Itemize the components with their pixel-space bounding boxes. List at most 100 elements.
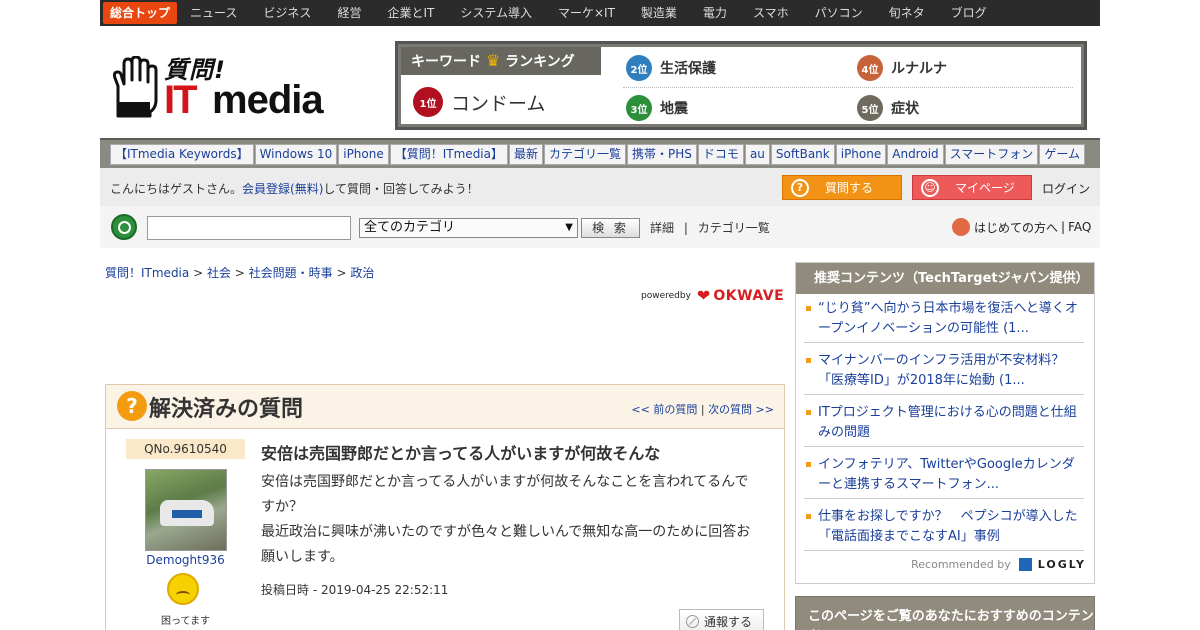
keyword-link[interactable]: 【ITmedia Keywords】	[110, 144, 254, 165]
ranking-item-5[interactable]: 5位 症状	[857, 95, 919, 121]
posted-date: 投稿日時 - 2019-04-25 22:52:11	[261, 583, 449, 597]
username-link[interactable]: Demoght936	[126, 553, 245, 567]
breadcrumb-item[interactable]: 社会問題・時事	[249, 266, 333, 280]
recommended-header: 推奨コンテンツ（TechTargetジャパン提供）	[796, 263, 1094, 294]
powered-by-okwave[interactable]: poweredby ❤ OKWAVE	[641, 286, 784, 305]
search-button[interactable]: 検 索	[581, 218, 640, 238]
logly-logo: LOGLY	[1037, 558, 1086, 571]
help-icon	[952, 218, 970, 236]
breadcrumb-item[interactable]: 質問！ITmedia	[105, 266, 189, 280]
ranking-item-2[interactable]: 2位 生活保護	[626, 55, 716, 81]
keyword-ranking: キーワード ♛ ランキング 1位 コンドーム 2位 生活保護 3位 地震 4位 …	[395, 41, 1087, 130]
logly-icon	[1018, 558, 1032, 571]
recommended-item[interactable]: “じり貧”へ向かう日本市場を復活へと導くオープンイノベーションの可能性 (1..…	[804, 299, 1084, 343]
keyword-link[interactable]: ゲーム	[1039, 144, 1085, 165]
ranking-header: キーワード ♛ ランキング	[401, 47, 601, 75]
glove-icon	[112, 56, 158, 118]
nav-item-trending[interactable]: 旬ネタ	[876, 0, 938, 26]
report-button[interactable]: 通報する	[679, 609, 764, 630]
keyword-link[interactable]: iPhone	[835, 144, 887, 165]
question-nav: << 前の質問 | 次の質問 >>	[631, 403, 774, 416]
keyword-link[interactable]: カテゴリ一覧	[544, 144, 627, 165]
faq-link[interactable]: FAQ	[1068, 220, 1091, 234]
nav-item-system[interactable]: システム導入	[447, 0, 545, 26]
search-links: 詳細 | カテゴリ一覧	[650, 221, 770, 235]
keyword-link[interactable]: スマートフォン	[944, 144, 1039, 165]
nav-item-top[interactable]: 総合トップ	[103, 2, 178, 24]
ranking-divider	[623, 87, 1073, 88]
nav-item-business[interactable]: ビジネス	[250, 0, 324, 26]
nav-item-news[interactable]: ニュース	[177, 0, 250, 26]
keyword-link[interactable]: ドコモ	[697, 144, 744, 165]
keyword-link[interactable]: iPhone	[338, 144, 389, 165]
keyword-link[interactable]: au	[744, 144, 770, 165]
keyword-link[interactable]: 【質問！ITmedia】	[389, 144, 508, 165]
keyword-link[interactable]: 最新	[509, 144, 544, 165]
rank-badge-3: 3位	[626, 95, 652, 121]
advanced-search-link[interactable]: 詳細	[650, 221, 674, 235]
mypage-button[interactable]: ☺ マイページ	[912, 175, 1032, 200]
rank-badge-5: 5位	[857, 95, 883, 121]
question-panel-header: ? 解決済みの質問 << 前の質問 | 次の質問 >>	[106, 385, 784, 429]
prev-question-link[interactable]: << 前の質問	[631, 403, 697, 416]
ranking-item-4[interactable]: 4位 ルナルナ	[857, 55, 947, 81]
search-bar: 全てのカテゴリ ▼ 検 索 詳細 | カテゴリ一覧 はじめての方へ | FAQ	[100, 206, 1100, 248]
breadcrumb-item[interactable]: 政治	[350, 266, 374, 280]
login-link[interactable]: ログイン	[1042, 180, 1090, 197]
logo-it-text: IT	[164, 78, 198, 122]
nav-item-management[interactable]: 経営	[324, 0, 374, 26]
nav-item-power[interactable]: 電力	[690, 0, 740, 26]
nav-item-blog[interactable]: ブログ	[938, 0, 1000, 26]
nav-item-enterprise-it[interactable]: 企業とIT	[374, 0, 447, 26]
recommended-item[interactable]: マイナンバーのインフラ活用が不安材料？「医療等ID」が2018年に始動 (1..…	[804, 351, 1084, 395]
nav-item-smartphone[interactable]: スマホ	[740, 0, 802, 26]
category-select[interactable]: 全てのカテゴリ ▼	[359, 218, 578, 238]
recommended-item[interactable]: ITプロジェクト管理における心の問題と仕組みの問題	[804, 403, 1084, 447]
okwave-logo: OKWAVE	[713, 287, 785, 304]
greeting-message: こんにちはゲストさん。会員登録(無料)して質問・回答してみよう！	[110, 182, 479, 196]
nav-item-manufacturing[interactable]: 製造業	[628, 0, 690, 26]
recommended-content: 推奨コンテンツ（TechTargetジャパン提供） “じり貧”へ向かう日本市場を…	[795, 262, 1095, 584]
question-mark-icon: ?	[117, 391, 147, 421]
breadcrumb-item[interactable]: 社会	[207, 266, 231, 280]
next-question-link[interactable]: 次の質問 >>	[708, 403, 774, 416]
keyword-link[interactable]: 携帯・PHS	[627, 144, 697, 165]
question-icon: ?	[791, 178, 809, 197]
search-input[interactable]	[147, 216, 351, 240]
question-body: 安倍は売国野郎だとか言ってる人がいますが何故そんなことを言われてるんで すか？ …	[261, 474, 751, 565]
rank-badge-1: 1位	[413, 87, 443, 117]
recommended-item[interactable]: インフォテリア、TwitterやGoogleカレンダーと連携するスマートフォン.…	[804, 455, 1084, 499]
section-title: 解決済みの質問	[149, 397, 304, 422]
recommended-item[interactable]: 仕事をお探しですか？ ペプシコが導入した「電話面接までこなすAI」事例	[804, 507, 1084, 551]
nav-item-pc[interactable]: パソコン	[802, 0, 876, 26]
register-link[interactable]: 会員登録(無料)	[242, 182, 323, 196]
crown-icon: ♛	[485, 51, 501, 70]
ranking-item-3[interactable]: 3位 地震	[626, 95, 688, 121]
prohibited-icon	[686, 614, 699, 628]
help-links: はじめての方へ | FAQ	[952, 218, 1091, 236]
heart-icon: ❤	[696, 286, 711, 305]
ranking-item-1[interactable]: 1位 コンドーム	[413, 87, 545, 117]
troubled-face-icon	[167, 573, 199, 605]
dropdown-arrow-icon: ▼	[565, 222, 573, 233]
rally-car-image	[160, 500, 214, 526]
first-time-link[interactable]: はじめての方へ	[974, 219, 1058, 236]
search-icon	[111, 214, 137, 240]
nav-item-marketing[interactable]: マーケ×IT	[545, 0, 628, 26]
ask-question-button[interactable]: ? 質問する	[782, 175, 902, 200]
greeting-bar: こんにちはゲストさん。会員登録(無料)して質問・回答してみよう！ ? 質問する …	[100, 168, 1100, 206]
keyword-link-bar: 【ITmedia Keywords】 Windows 10 iPhone 【質問…	[100, 138, 1100, 168]
logo-media-text: media	[212, 78, 324, 122]
keyword-link[interactable]: SoftBank	[770, 144, 835, 165]
category-list-link[interactable]: カテゴリ一覧	[698, 221, 770, 235]
question-title: 安倍は売国野郎だとか言ってる人がいますが何故そんな	[261, 444, 661, 463]
keyword-link[interactable]: Android	[887, 144, 944, 165]
recommended-by[interactable]: Recommended by LOGLY	[911, 558, 1086, 571]
avatar[interactable]	[145, 469, 227, 551]
keyword-link[interactable]: Windows 10	[254, 144, 338, 165]
site-logo[interactable]: 質問! IT media	[112, 50, 324, 122]
question-number: QNo.9610540	[126, 439, 245, 459]
user-icon: ☺	[921, 178, 939, 197]
rank-badge-4: 4位	[857, 55, 883, 81]
mood-label: 困ってます	[161, 616, 210, 627]
